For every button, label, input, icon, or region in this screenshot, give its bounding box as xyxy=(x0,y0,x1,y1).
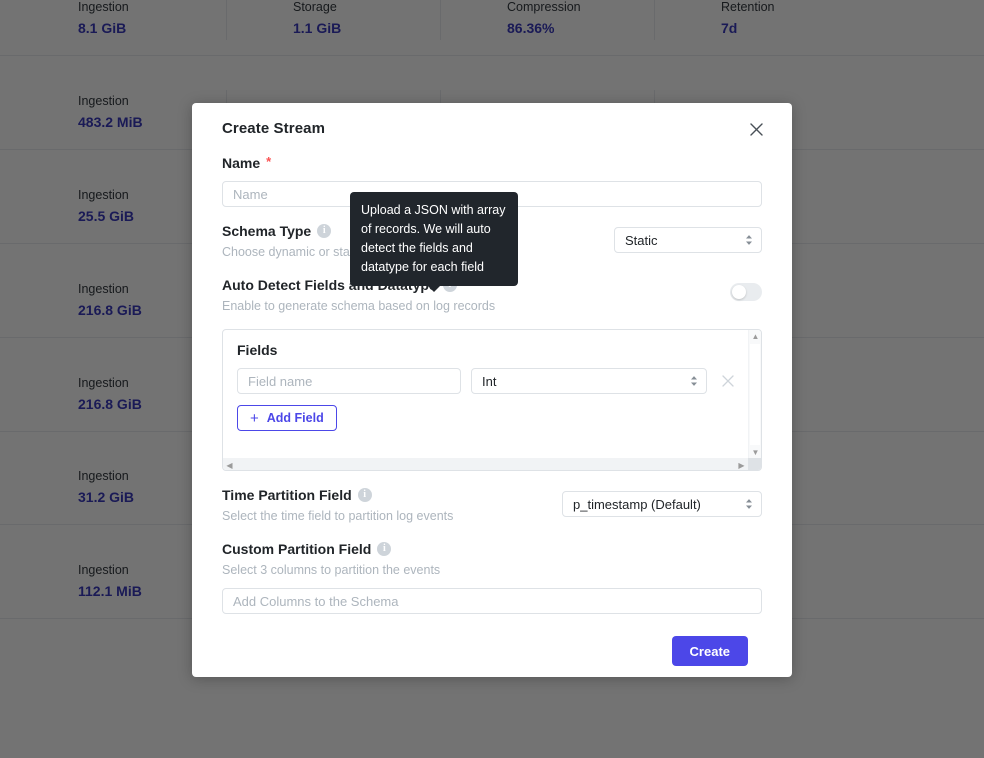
schema-type-selected-value: Static xyxy=(625,232,658,248)
name-label: Name * xyxy=(222,153,762,173)
custom-partition-input[interactable] xyxy=(222,588,762,614)
scroll-left-arrow-icon[interactable]: ◀ xyxy=(223,459,236,470)
name-label-text: Name xyxy=(222,155,261,171)
scroll-right-arrow-icon[interactable]: ▶ xyxy=(735,459,748,470)
fields-vertical-scroll-thumb[interactable] xyxy=(750,344,760,445)
time-partition-description: Select the time field to partition log e… xyxy=(222,509,454,523)
time-partition-label-group: Time Partition Field i Select the time f… xyxy=(222,485,562,525)
auto-detect-toggle[interactable] xyxy=(730,283,762,301)
field-type-value: Int xyxy=(482,373,497,389)
fields-vertical-scrollbar[interactable]: ▲ ▼ xyxy=(748,330,761,459)
scrollbar-corner xyxy=(748,458,761,470)
custom-partition-input-wrap xyxy=(222,588,762,614)
close-icon[interactable] xyxy=(742,115,770,143)
modal-title: Create Stream xyxy=(222,119,326,137)
app-root: Ingestion 8.1 GiB Storage 1.1 GiB Compre… xyxy=(0,0,984,758)
required-marker: * xyxy=(266,154,272,169)
plus-icon: + xyxy=(250,409,259,427)
toggle-knob xyxy=(732,285,746,299)
custom-partition-label-text: Custom Partition Field xyxy=(222,541,372,557)
schema-type-tooltip: Upload a JSON with array of records. We … xyxy=(350,192,518,292)
info-icon[interactable]: i xyxy=(377,542,392,556)
time-partition-row: Time Partition Field i Select the time f… xyxy=(222,485,762,525)
chevron-updown-icon xyxy=(745,499,753,510)
custom-partition-group: Custom Partition Field i Select 3 column… xyxy=(222,539,762,614)
chevron-updown-icon xyxy=(745,235,753,246)
custom-partition-description: Select 3 columns to partition the events xyxy=(222,563,441,577)
modal-footer: Create xyxy=(222,614,762,666)
field-type-select[interactable]: Int xyxy=(471,368,707,394)
chevron-updown-icon xyxy=(690,376,698,387)
auto-detect-description: Enable to generate schema based on log r… xyxy=(222,299,496,313)
time-partition-label-text: Time Partition Field xyxy=(222,487,352,503)
time-partition-label: Time Partition Field i xyxy=(222,485,562,505)
custom-partition-label: Custom Partition Field i xyxy=(222,539,762,559)
create-button[interactable]: Create xyxy=(671,636,748,666)
field-row: Int xyxy=(223,358,761,394)
create-stream-modal: Create Stream Name * Schema Type xyxy=(192,103,792,677)
field-name-input[interactable] xyxy=(237,368,461,394)
time-partition-select[interactable]: p_timestamp (Default) xyxy=(562,491,762,517)
modal-header: Create Stream xyxy=(208,103,776,153)
add-field-label: Add Field xyxy=(266,411,324,425)
fields-panel: Fields Int xyxy=(222,329,762,471)
add-field-button[interactable]: + Add Field xyxy=(237,405,337,431)
schema-type-select[interactable]: Static xyxy=(614,227,762,253)
fields-panel-title: Fields xyxy=(237,342,278,358)
info-icon[interactable]: i xyxy=(357,488,372,502)
fields-horizontal-scrollbar[interactable]: ◀ ▶ xyxy=(223,458,748,470)
schema-type-label-text: Schema Type xyxy=(222,223,312,239)
remove-field-close-icon[interactable] xyxy=(717,370,739,392)
time-partition-selected-value: p_timestamp (Default) xyxy=(573,496,701,512)
scroll-up-arrow-icon[interactable]: ▲ xyxy=(749,330,761,343)
info-icon[interactable]: i xyxy=(317,224,332,238)
